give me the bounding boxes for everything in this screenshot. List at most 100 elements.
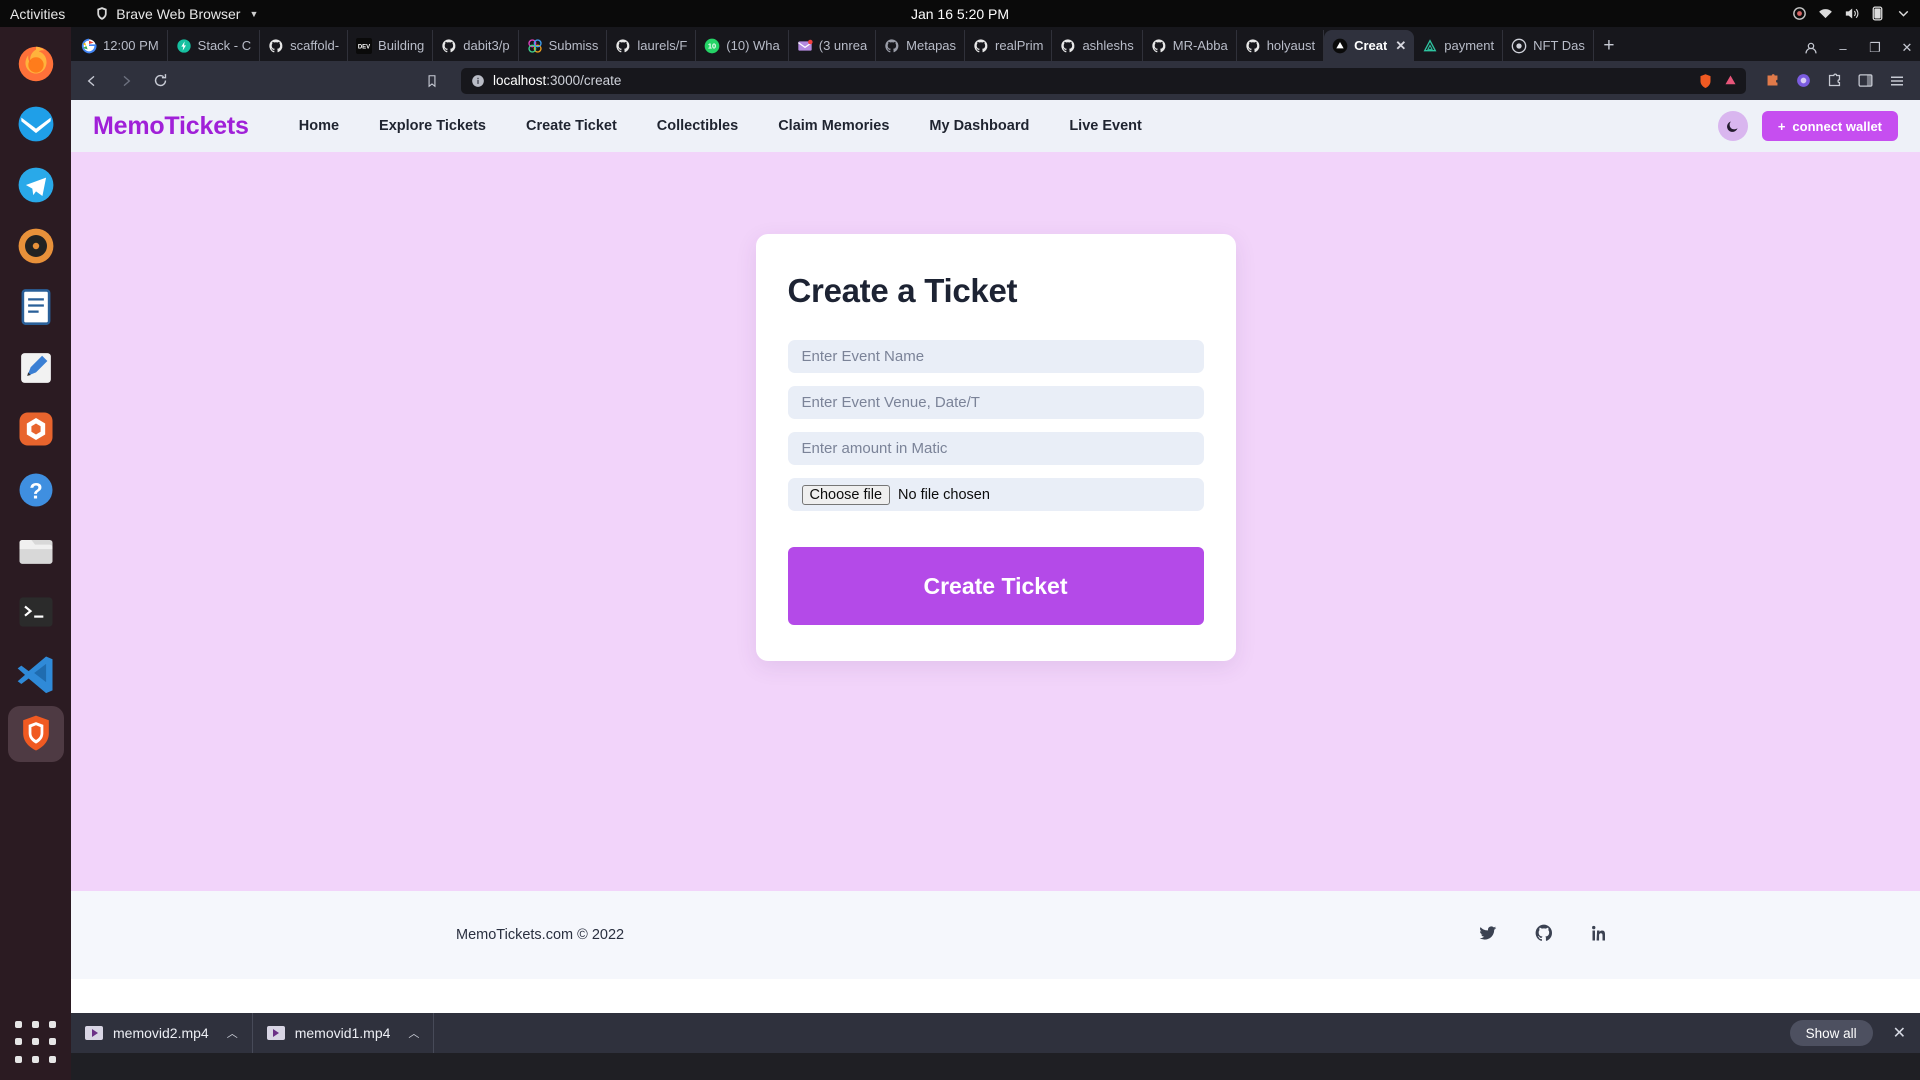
show-applications-button[interactable] xyxy=(12,1018,60,1066)
dock-item-firefox[interactable] xyxy=(8,35,64,91)
new-tab-button[interactable]: + xyxy=(1594,31,1624,61)
maximize-button[interactable]: ❐ xyxy=(1866,39,1884,57)
browser-toolbar: localhost:3000/create xyxy=(71,61,1920,100)
volume-icon xyxy=(1845,8,1859,19)
browser-tab[interactable]: payment xyxy=(1414,30,1504,61)
close-window-button[interactable]: ✕ xyxy=(1898,39,1916,57)
nav-link-collectibles[interactable]: Collectibles xyxy=(637,118,758,134)
sidebar-icon[interactable] xyxy=(1857,72,1874,89)
chevron-up-icon[interactable]: ︿ xyxy=(408,1025,419,1041)
nav-link-my-dashboard[interactable]: My Dashboard xyxy=(909,118,1049,134)
browser-tab[interactable]: 12:00 PM xyxy=(73,30,168,61)
browser-tab[interactable]: 10 (10) Wha xyxy=(696,30,789,61)
grid-dot xyxy=(49,1055,57,1063)
page-content: Create a Ticket Choose file No file chos… xyxy=(71,152,1920,891)
chevron-down-icon: ▼ xyxy=(249,8,259,19)
connect-wallet-button[interactable]: + connect wallet xyxy=(1761,111,1898,141)
create-ticket-submit-button[interactable]: Create Ticket xyxy=(787,547,1204,625)
dock-item-help[interactable]: ? xyxy=(8,462,64,518)
github-icon xyxy=(974,38,988,52)
browser-tab[interactable]: DEV Building xyxy=(348,30,434,61)
browser-tab[interactable]: ashleshs xyxy=(1052,30,1143,61)
dock-item-libreoffice-writer[interactable] xyxy=(8,279,64,335)
tab-title: realPrim xyxy=(995,38,1044,53)
nav-link-home[interactable]: Home xyxy=(279,118,359,134)
file-upload-field[interactable]: Choose file No file chosen xyxy=(787,478,1204,511)
profile-icon[interactable] xyxy=(1802,39,1820,57)
info-icon xyxy=(472,74,484,87)
power-chevron-icon xyxy=(1898,10,1909,17)
nav-link-claim-memories[interactable]: Claim Memories xyxy=(758,118,909,134)
nav-link-live-event[interactable]: Live Event xyxy=(1049,118,1162,134)
reload-icon[interactable] xyxy=(149,70,171,92)
github-icon[interactable] xyxy=(1534,923,1554,948)
browser-tab-active[interactable]: Creat ✕ xyxy=(1324,30,1415,61)
nft-dashboard-icon xyxy=(1511,38,1527,53)
browser-tab[interactable]: Metapas xyxy=(876,30,966,61)
brave-shields-icon[interactable] xyxy=(1698,73,1713,88)
active-app-menu[interactable]: Brave Web Browser ▼ xyxy=(95,6,258,22)
address-bar[interactable]: localhost:3000/create xyxy=(461,67,1746,94)
dock-item-telegram[interactable] xyxy=(8,157,64,213)
browser-tab[interactable]: MR-Abba xyxy=(1143,30,1237,61)
extension-icon[interactable] xyxy=(1764,72,1781,89)
wallet-extension-icon[interactable] xyxy=(1795,72,1812,89)
tab-title: Creat xyxy=(1354,38,1388,53)
browser-tab[interactable]: dabit3/p xyxy=(433,30,519,61)
activities-button[interactable]: Activities xyxy=(10,6,65,22)
close-icon[interactable]: ✕ xyxy=(1395,38,1406,54)
nav-link-create-ticket[interactable]: Create Ticket xyxy=(506,118,637,134)
browser-tab[interactable]: Submiss xyxy=(519,30,608,61)
twitter-icon[interactable] xyxy=(1478,923,1498,948)
minimize-button[interactable]: – xyxy=(1834,39,1852,57)
forward-icon[interactable] xyxy=(115,70,137,92)
page-bottom-strip xyxy=(71,979,1920,1013)
download-item[interactable]: memovid1.mp4 ︿ xyxy=(266,1013,435,1053)
amount-input[interactable] xyxy=(787,432,1204,465)
event-venue-input[interactable] xyxy=(787,386,1204,419)
puzzle-icon[interactable] xyxy=(1826,72,1843,89)
dock-item-thunderbird[interactable] xyxy=(8,96,64,152)
browser-tab[interactable]: scaffold- xyxy=(260,30,349,61)
page-title: Create a Ticket xyxy=(787,272,1018,309)
site-brand[interactable]: MemoTickets xyxy=(93,112,249,141)
system-clock[interactable]: Jan 16 5:20 PM xyxy=(911,6,1009,22)
window-controls: – ❐ ✕ xyxy=(1802,39,1916,57)
dock-item-ubuntu-software[interactable] xyxy=(8,401,64,457)
tab-title: laurels/F xyxy=(637,38,688,53)
grid-dot xyxy=(49,1038,57,1046)
bookmark-icon[interactable] xyxy=(421,70,443,92)
dock-item-files[interactable] xyxy=(8,523,64,579)
brave-rewards-icon[interactable] xyxy=(1723,73,1738,88)
svg-text:10: 10 xyxy=(708,41,716,50)
event-name-input[interactable] xyxy=(787,340,1204,373)
download-filename: memovid1.mp4 xyxy=(294,1025,391,1041)
menu-icon[interactable] xyxy=(1888,72,1906,90)
close-icon[interactable]: ✕ xyxy=(1893,1023,1906,1043)
show-all-downloads-button[interactable]: Show all xyxy=(1789,1020,1873,1046)
alchemy-icon xyxy=(1423,38,1437,51)
choose-file-button[interactable]: Choose file xyxy=(801,484,891,505)
tab-title: holyaust xyxy=(1266,38,1316,53)
video-file-icon xyxy=(266,1026,285,1040)
browser-tab[interactable]: (3 unrea xyxy=(789,30,877,61)
theme-toggle-button[interactable] xyxy=(1717,111,1748,141)
browser-tab[interactable]: Stack - C xyxy=(168,30,261,61)
dock-item-rhythmbox[interactable] xyxy=(8,218,64,274)
chevron-up-icon[interactable]: ︿ xyxy=(227,1025,238,1041)
back-icon[interactable] xyxy=(81,70,103,92)
system-tray[interactable] xyxy=(1791,5,1912,22)
dock-item-terminal[interactable] xyxy=(8,584,64,640)
download-item[interactable]: memovid2.mp4 ︿ xyxy=(85,1013,253,1053)
browser-tab[interactable]: realPrim xyxy=(965,30,1053,61)
dock-item-vscode[interactable] xyxy=(8,645,64,701)
dock-item-brave[interactable] xyxy=(7,706,64,762)
dock-item-text-editor[interactable] xyxy=(8,340,64,396)
linkedin-icon[interactable] xyxy=(1590,923,1610,948)
nav-link-explore-tickets[interactable]: Explore Tickets xyxy=(359,118,506,134)
dev-icon: DEV xyxy=(356,37,373,54)
browser-tab[interactable]: holyaust xyxy=(1237,30,1325,61)
browser-tab[interactable]: NFT Das xyxy=(1503,30,1594,61)
browser-tab[interactable]: laurels/F xyxy=(607,30,697,61)
toolbar-extensions xyxy=(1764,72,1910,90)
